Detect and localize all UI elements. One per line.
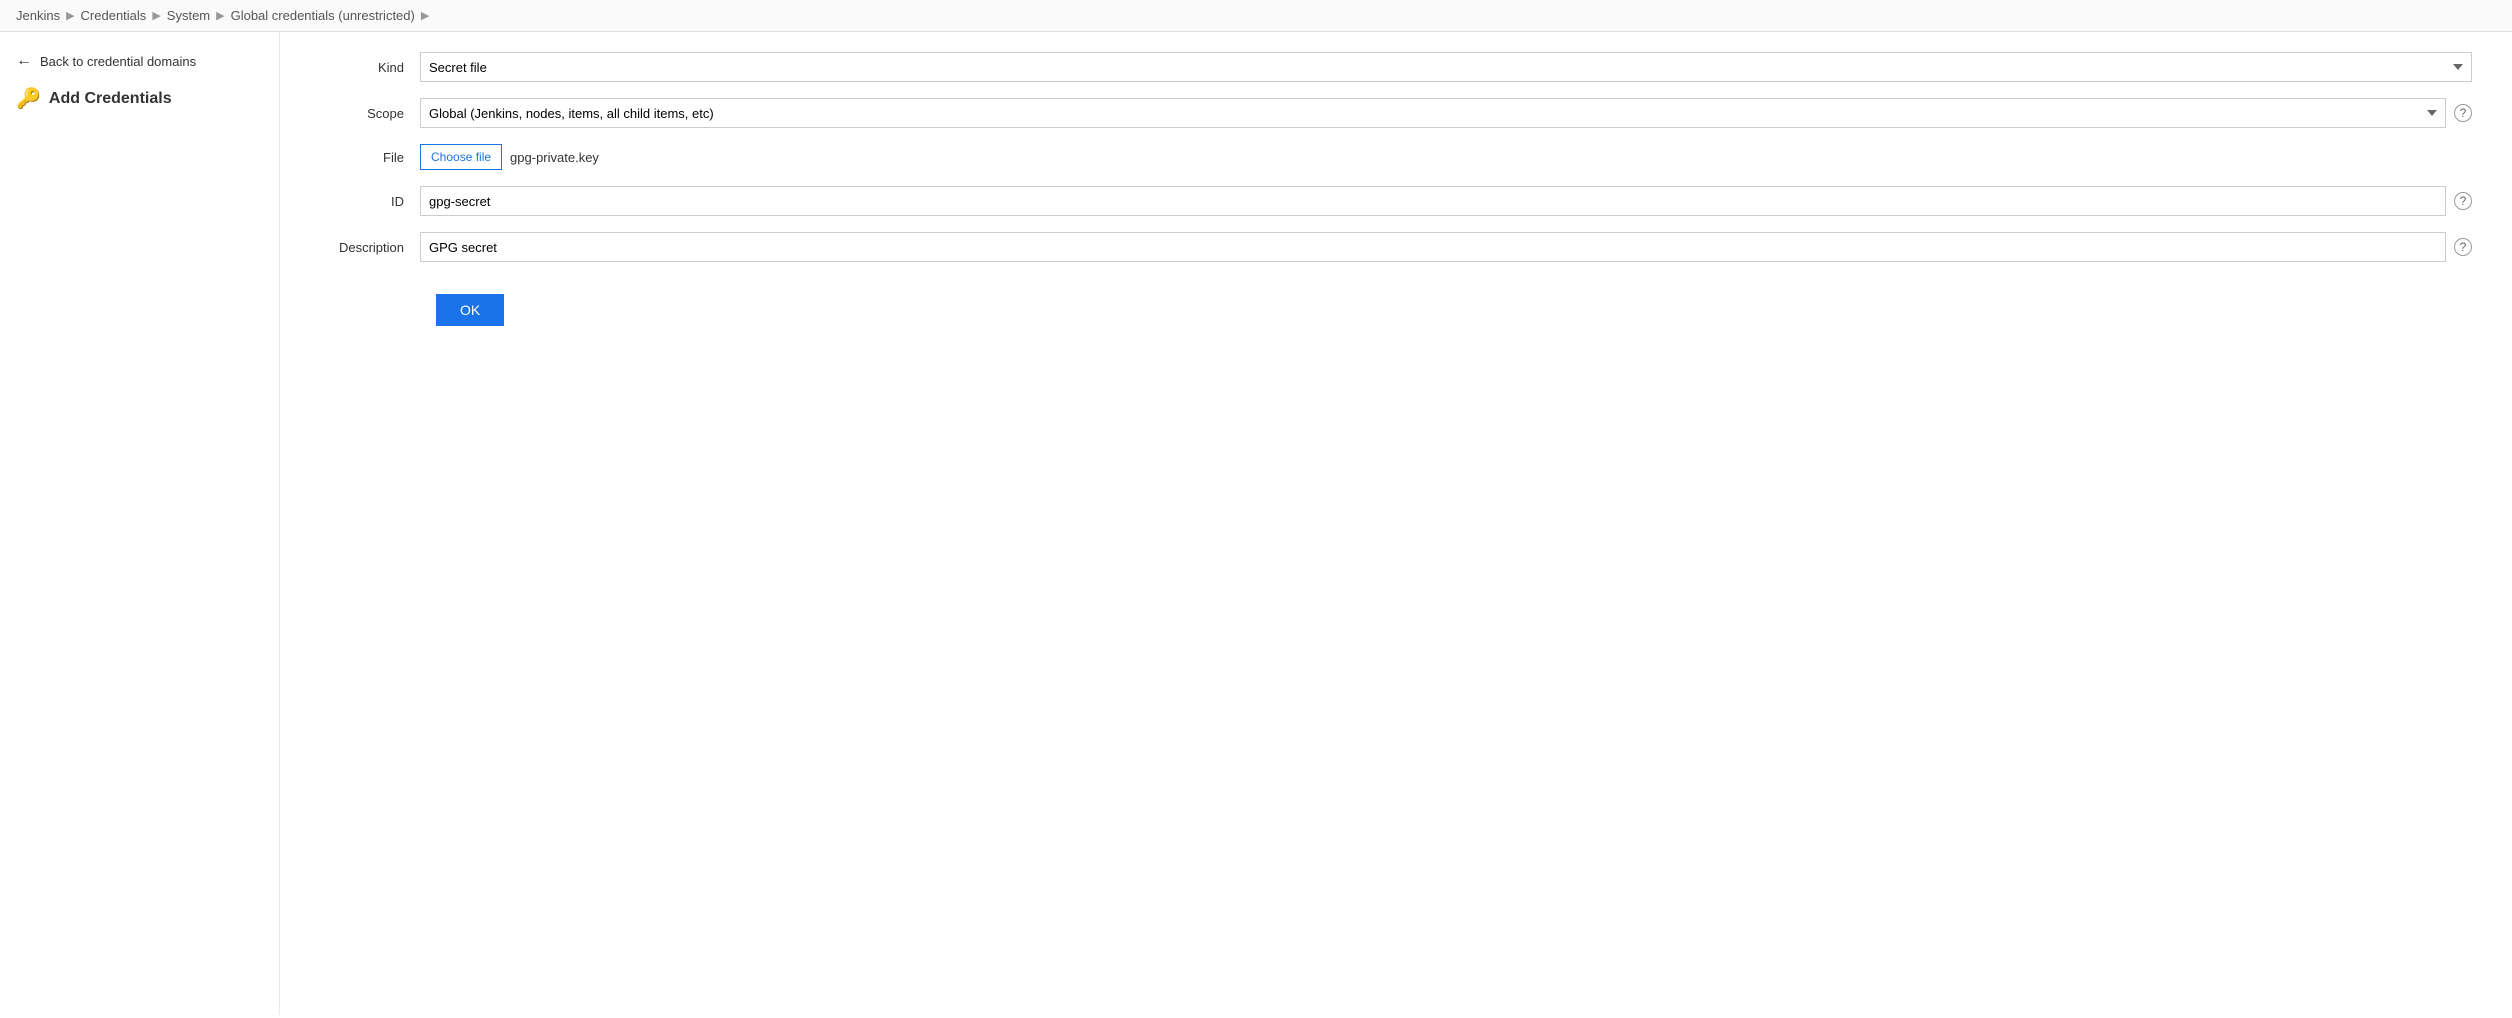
kind-row: Kind Secret file Secret text Username wi… bbox=[320, 52, 2472, 82]
choose-file-button[interactable]: Choose file bbox=[420, 144, 502, 170]
breadcrumb-arrow-4: ▶ bbox=[421, 9, 429, 22]
breadcrumb-item-jenkins[interactable]: Jenkins bbox=[16, 8, 60, 23]
form-actions: OK bbox=[320, 278, 2472, 326]
file-label: File bbox=[320, 150, 420, 165]
id-input[interactable] bbox=[420, 186, 2446, 216]
breadcrumb-link-jenkins[interactable]: Jenkins bbox=[16, 8, 60, 23]
description-help-icon[interactable]: ? bbox=[2454, 238, 2472, 256]
id-row: ID ? bbox=[320, 186, 2472, 216]
file-control-wrapper: Choose file gpg-private.key bbox=[420, 144, 2472, 170]
breadcrumb-link-credentials[interactable]: Credentials bbox=[81, 8, 147, 23]
scope-label: Scope bbox=[320, 106, 420, 121]
breadcrumb: Jenkins ▶ Credentials ▶ System ▶ Global … bbox=[0, 0, 2512, 32]
kind-label: Kind bbox=[320, 60, 420, 75]
id-help-icon[interactable]: ? bbox=[2454, 192, 2472, 210]
breadcrumb-item-system[interactable]: System bbox=[167, 8, 210, 23]
back-link-label: Back to credential domains bbox=[40, 54, 196, 69]
page-title: 🔑 Add Credentials bbox=[16, 86, 263, 111]
breadcrumb-item-credentials[interactable]: Credentials bbox=[81, 8, 147, 23]
scope-select-wrapper: Global (Jenkins, nodes, items, all child… bbox=[420, 98, 2446, 128]
sidebar: ← Back to credential domains 🔑 Add Crede… bbox=[0, 32, 280, 1015]
key-icon: 🔑 bbox=[16, 86, 41, 111]
file-row: File Choose file gpg-private.key bbox=[320, 144, 2472, 170]
scope-help-icon[interactable]: ? bbox=[2454, 104, 2472, 122]
description-control-wrapper: ? bbox=[420, 232, 2472, 262]
scope-control-wrapper: Global (Jenkins, nodes, items, all child… bbox=[420, 98, 2472, 128]
breadcrumb-arrow-1: ▶ bbox=[66, 9, 74, 22]
breadcrumb-item-global[interactable]: Global credentials (unrestricted) bbox=[231, 8, 415, 23]
description-label: Description bbox=[320, 240, 420, 255]
breadcrumb-arrow-2: ▶ bbox=[152, 9, 160, 22]
back-to-domains-link[interactable]: ← Back to credential domains bbox=[16, 52, 263, 70]
breadcrumb-arrow-3: ▶ bbox=[216, 9, 224, 22]
ok-button[interactable]: OK bbox=[436, 294, 504, 326]
kind-control-wrapper: Secret file Secret text Username with pa… bbox=[420, 52, 2472, 82]
breadcrumb-link-global[interactable]: Global credentials (unrestricted) bbox=[231, 8, 415, 23]
description-row: Description ? bbox=[320, 232, 2472, 262]
kind-select[interactable]: Secret file Secret text Username with pa… bbox=[420, 52, 2472, 82]
scope-select[interactable]: Global (Jenkins, nodes, items, all child… bbox=[420, 98, 2446, 128]
id-label: ID bbox=[320, 194, 420, 209]
kind-select-wrapper: Secret file Secret text Username with pa… bbox=[420, 52, 2472, 82]
add-credentials-title: Add Credentials bbox=[49, 90, 172, 108]
main-content: Kind Secret file Secret text Username wi… bbox=[280, 32, 2512, 1015]
description-input[interactable] bbox=[420, 232, 2446, 262]
id-control-wrapper: ? bbox=[420, 186, 2472, 216]
back-arrow-icon: ← bbox=[16, 52, 32, 70]
file-name-text: gpg-private.key bbox=[510, 150, 599, 165]
breadcrumb-link-system[interactable]: System bbox=[167, 8, 210, 23]
scope-row: Scope Global (Jenkins, nodes, items, all… bbox=[320, 98, 2472, 128]
